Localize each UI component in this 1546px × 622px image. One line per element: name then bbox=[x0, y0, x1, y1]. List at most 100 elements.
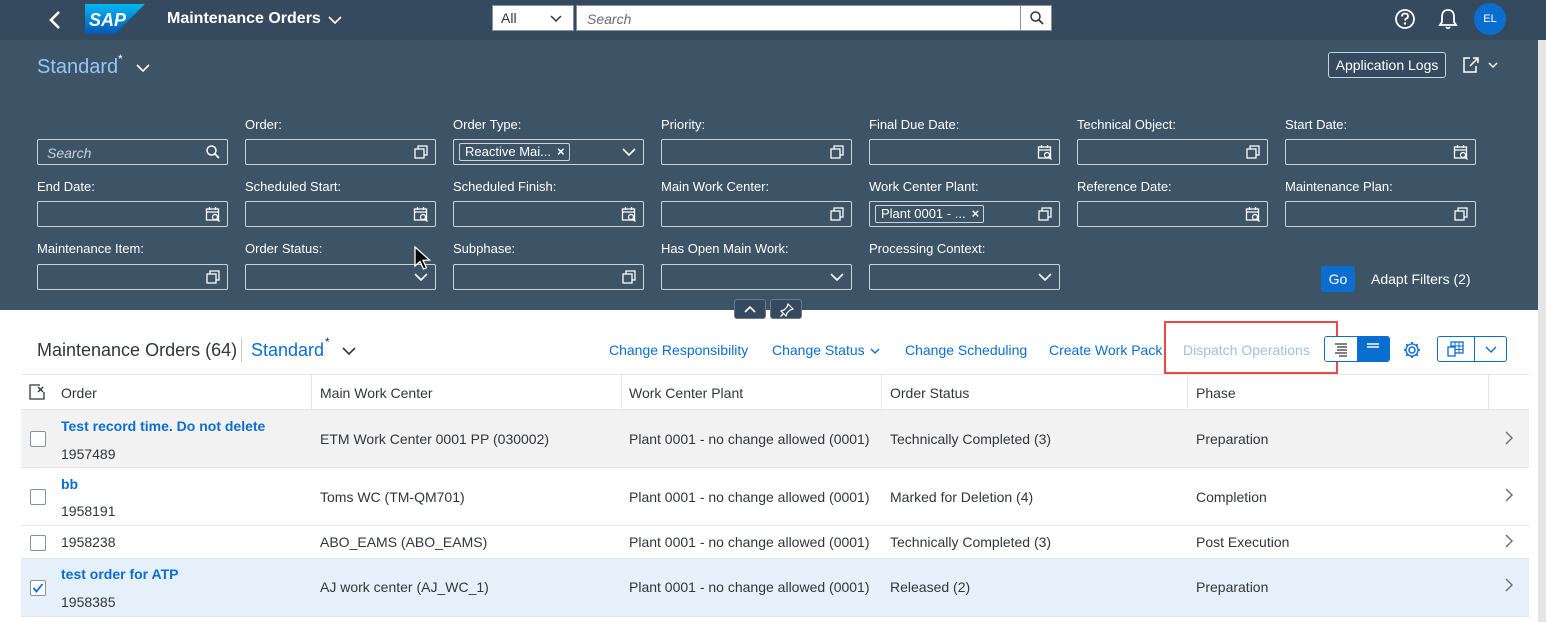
order-description-link[interactable]: Test record time. Do not delete bbox=[61, 418, 265, 434]
table-row[interactable]: bb 1958191 Toms WC (TM-QM701) Plant 0001… bbox=[21, 468, 1529, 526]
reference-date-input[interactable] bbox=[1077, 201, 1268, 227]
search-scope-value: All bbox=[501, 10, 517, 26]
work-center-plant-input[interactable]: Plant 0001 - ... × bbox=[869, 201, 1060, 227]
chevron-up-icon bbox=[744, 305, 756, 313]
processing-context-select[interactable] bbox=[869, 264, 1060, 290]
adapt-filters-button[interactable]: Adapt Filters (2) bbox=[1371, 271, 1471, 287]
order-type-token[interactable]: Reactive Mai... × bbox=[459, 143, 570, 161]
scheduled-start-label: Scheduled Start: bbox=[245, 179, 342, 194]
value-help-icon bbox=[414, 145, 428, 159]
column-header-work-center-plant[interactable]: Work Center Plant bbox=[629, 385, 743, 401]
priority-label: Priority: bbox=[661, 117, 706, 132]
main-work-center-input[interactable] bbox=[661, 201, 852, 227]
chevron-down-icon[interactable] bbox=[327, 12, 343, 28]
calendar-icon bbox=[205, 207, 220, 222]
order-number: 1958191 bbox=[61, 503, 116, 519]
main-work-center-cell: Toms WC (TM-QM701) bbox=[320, 489, 465, 505]
start-date-input[interactable] bbox=[1285, 139, 1476, 165]
table-row[interactable]: Test record time. Do not delete 1957489 … bbox=[21, 410, 1529, 468]
user-avatar[interactable]: EL bbox=[1474, 3, 1506, 35]
priority-input[interactable] bbox=[661, 139, 852, 165]
column-header-order[interactable]: Order bbox=[61, 385, 97, 401]
chevron-right-icon[interactable] bbox=[1503, 430, 1515, 446]
chevron-right-icon[interactable] bbox=[1503, 577, 1515, 593]
table-row[interactable]: 1958238 ABO_EAMS (ABO_EAMS) Plant 0001 -… bbox=[21, 526, 1529, 559]
column-header-order-status[interactable]: Order Status bbox=[890, 385, 969, 401]
share-icon[interactable] bbox=[1460, 54, 1500, 76]
basic-search-input[interactable]: Search bbox=[37, 139, 228, 165]
end-date-input[interactable] bbox=[37, 201, 228, 227]
scheduled-start-input[interactable] bbox=[245, 201, 436, 227]
application-logs-button[interactable]: Application Logs bbox=[1328, 52, 1446, 78]
notifications-bell-icon[interactable] bbox=[1438, 8, 1458, 30]
row-checkbox[interactable] bbox=[30, 535, 46, 551]
order-status-cell: Technically Completed (3) bbox=[890, 431, 1052, 447]
view-mode-segmented-button[interactable] bbox=[1324, 336, 1390, 362]
help-icon[interactable] bbox=[1394, 8, 1416, 30]
tree-view-segment[interactable] bbox=[1325, 337, 1357, 361]
variant-title[interactable]: Standard bbox=[37, 56, 118, 79]
has-open-main-work-select[interactable] bbox=[661, 264, 852, 290]
maintenance-item-input[interactable] bbox=[37, 264, 228, 290]
vertical-scrollbar[interactable] bbox=[1538, 40, 1546, 622]
value-help-icon bbox=[1038, 207, 1052, 221]
scheduled-finish-input[interactable] bbox=[453, 201, 644, 227]
remove-token-icon[interactable]: × bbox=[557, 144, 565, 159]
back-icon[interactable] bbox=[44, 8, 68, 32]
phase-cell: Completion bbox=[1196, 489, 1267, 505]
pin-header-button[interactable] bbox=[770, 299, 802, 319]
spreadsheet-export-icon bbox=[1447, 341, 1464, 357]
value-help-icon bbox=[622, 270, 636, 284]
change-status-button[interactable]: Change Status bbox=[772, 342, 865, 358]
shell-search-input[interactable]: Search bbox=[576, 5, 1022, 31]
work-center-plant-token[interactable]: Plant 0001 - ... × bbox=[875, 205, 985, 223]
table-row[interactable]: test order for ATP 1958385 AJ work cente… bbox=[21, 559, 1529, 617]
search-scope-select[interactable]: All bbox=[492, 5, 574, 31]
technical-object-input[interactable] bbox=[1077, 139, 1268, 165]
change-responsibility-button[interactable]: Change Responsibility bbox=[609, 342, 748, 358]
chevron-down-icon[interactable] bbox=[341, 343, 357, 359]
order-input[interactable] bbox=[245, 139, 436, 165]
order-type-select[interactable]: Reactive Mai... × bbox=[453, 139, 644, 165]
chevron-down-icon[interactable] bbox=[135, 60, 151, 76]
sap-logo[interactable]: SAP bbox=[85, 4, 145, 34]
subphase-label: Subphase: bbox=[453, 241, 516, 256]
export-split-button[interactable] bbox=[1437, 336, 1507, 362]
order-number: 1958238 bbox=[61, 534, 116, 550]
app-title[interactable]: Maintenance Orders bbox=[167, 10, 321, 28]
column-separator bbox=[1187, 375, 1188, 410]
flat-view-segment[interactable] bbox=[1357, 337, 1389, 361]
change-scheduling-button[interactable]: Change Scheduling bbox=[905, 342, 1027, 358]
column-header-main-work-center[interactable]: Main Work Center bbox=[320, 385, 433, 401]
chevron-down-icon bbox=[830, 273, 844, 282]
order-status-select[interactable] bbox=[245, 264, 436, 290]
chevron-down-icon bbox=[549, 12, 563, 26]
collapse-header-button[interactable] bbox=[734, 299, 766, 319]
create-work-pack-button[interactable]: Create Work Pack bbox=[1049, 342, 1162, 358]
split-separator bbox=[1474, 337, 1475, 361]
shell-search-button[interactable] bbox=[1020, 5, 1052, 31]
row-checkbox-checked[interactable] bbox=[30, 580, 46, 596]
order-number: 1957489 bbox=[61, 446, 116, 462]
calendar-icon bbox=[1245, 207, 1260, 222]
final-due-date-input[interactable] bbox=[869, 139, 1060, 165]
column-separator bbox=[1488, 375, 1489, 410]
remove-token-icon[interactable]: × bbox=[972, 206, 980, 221]
row-checkbox[interactable] bbox=[30, 431, 46, 447]
go-button[interactable]: Go bbox=[1321, 266, 1355, 292]
value-help-icon bbox=[206, 270, 220, 284]
order-description-link[interactable]: test order for ATP bbox=[61, 566, 178, 582]
search-icon bbox=[206, 145, 220, 159]
column-header-phase[interactable]: Phase bbox=[1196, 385, 1236, 401]
chevron-right-icon[interactable] bbox=[1503, 487, 1515, 503]
chevron-down-icon[interactable] bbox=[869, 344, 881, 356]
table-variant[interactable]: Standard bbox=[251, 340, 324, 361]
gear-icon[interactable] bbox=[1402, 340, 1422, 360]
deselect-all-icon[interactable] bbox=[29, 384, 45, 400]
main-work-center-label: Main Work Center: bbox=[661, 179, 770, 194]
row-checkbox[interactable] bbox=[30, 489, 46, 505]
order-description-link[interactable]: bb bbox=[61, 476, 78, 492]
chevron-right-icon[interactable] bbox=[1503, 533, 1515, 549]
maintenance-plan-input[interactable] bbox=[1285, 201, 1476, 227]
subphase-input[interactable] bbox=[453, 264, 644, 290]
